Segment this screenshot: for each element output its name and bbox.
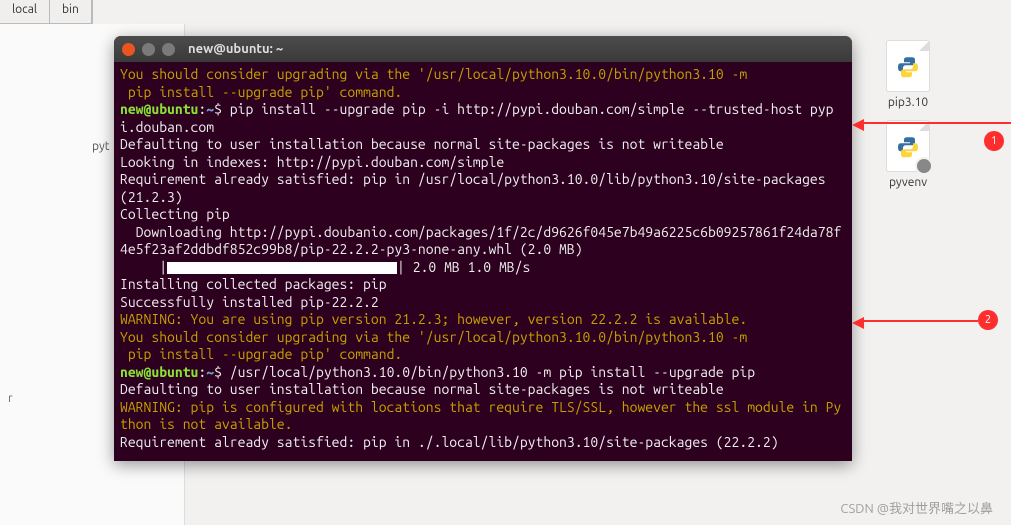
watermark: CSDN @我对世界嘴之以鼻 [840,498,993,517]
output-line: Installing collected packages: pip [120,276,387,292]
output-line: Downloading http://pypi.doubanio.com/pac… [120,224,841,258]
python-file-icon [886,120,930,172]
file-icon-pip3[interactable]: pip3.10 [873,40,943,109]
prompt-user: new@ubuntu [120,101,198,117]
prompt-path: ~ [206,101,214,117]
breadcrumb-item-bin[interactable]: bin [50,0,92,23]
file-icon-pyvenv[interactable]: pyvenv [873,120,943,189]
annotation-arrow [862,320,978,322]
command-input: pip install --upgrade pip -i http://pypi… [120,101,833,135]
prompt-path: ~ [206,364,214,380]
output-line: Looking in indexes: http://pypi.douban.c… [120,154,504,170]
progress-pre: | [120,259,167,275]
warning-line: pip install --upgrade pip' command. [120,84,402,100]
command-input: /usr/local/python3.10.0/bin/python3.10 -… [222,364,755,380]
output-line: Defaulting to user installation because … [120,136,724,152]
annotation-arrow [862,122,1011,124]
warning-line: You should consider upgrading via the '/… [120,66,747,82]
progress-bar [167,262,397,274]
warning-line: pip install --upgrade pip' command. [120,346,402,362]
breadcrumb-item-local[interactable]: local [0,0,50,23]
warning-line: WARNING: You are using pip version 21.2.… [120,311,747,327]
progress-post: | 2.0 MB 1.0 MB/s [397,259,530,275]
prompt-dollar: $ [214,364,222,380]
terminal-window[interactable]: new@ubuntu: ~ You should consider upgrad… [114,36,852,461]
output-line: Requirement already satisfied: pip in ./… [120,434,779,450]
prompt-dollar: $ [214,101,222,117]
file-label: pip3.10 [873,96,943,109]
minimize-icon[interactable] [142,43,155,56]
terminal-body[interactable]: You should consider upgrading via the '/… [114,62,852,461]
fm-icon-label-partial: pyt [92,140,110,153]
prompt-user: new@ubuntu [120,364,198,380]
window-title: new@ubuntu: ~ [188,42,283,56]
sidebar-row: r [8,392,13,405]
output-line: Requirement already satisfied: pip in /u… [120,171,833,205]
output-line: Defaulting to user installation because … [120,381,724,397]
breadcrumb[interactable]: local bin [0,0,93,24]
output-line: Successfully installed pip-22.2.2 [120,294,379,310]
file-label: pyvenv [873,176,943,189]
terminal-titlebar[interactable]: new@ubuntu: ~ [114,36,852,62]
warning-line: WARNING: pip is configured with location… [120,399,841,433]
warning-line: You should consider upgrading via the '/… [120,329,747,345]
output-line: Collecting pip [120,206,230,222]
maximize-icon[interactable] [162,43,175,56]
annotation-badge-2: 2 [978,310,998,330]
gear-overlay-icon [915,157,933,175]
annotation-badge-1: 1 [984,131,1004,151]
close-icon[interactable] [122,43,135,56]
python-file-icon [886,40,930,92]
